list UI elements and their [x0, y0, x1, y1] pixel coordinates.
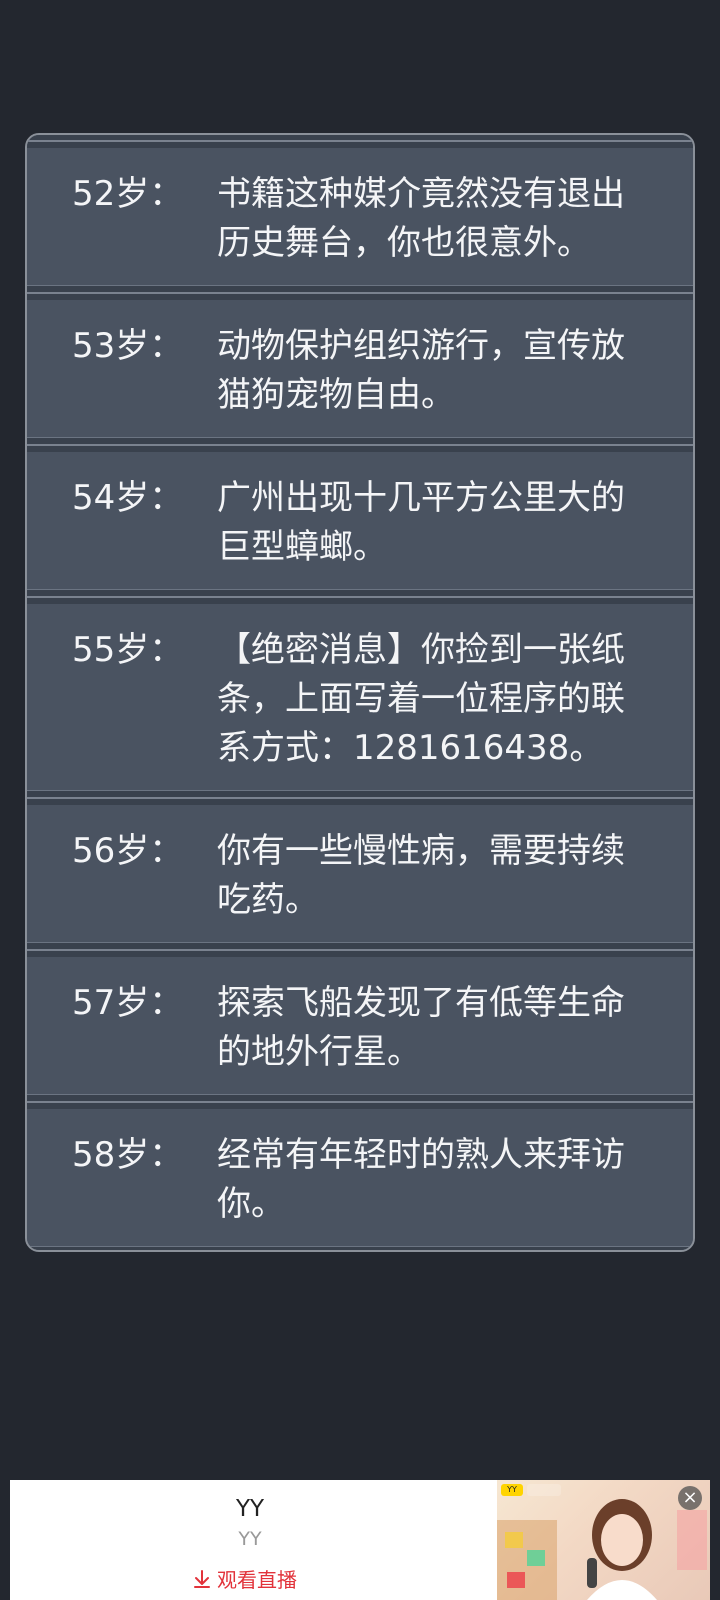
log-entry-text: 探索飞船发现了有低等生命的地外行星。: [217, 983, 625, 1072]
log-entry: 58岁： 经常有年轻时的熟人来拜访你。: [27, 1109, 693, 1250]
ad-live-tag: [527, 1484, 561, 1496]
log-entry: 气。: [27, 135, 693, 148]
yy-logo: YY: [501, 1484, 523, 1496]
watch-live-label: 观看直播: [217, 1568, 297, 1592]
log-entry-age: 52岁：: [72, 174, 184, 214]
log-entry: 54岁： 广州出现十几平方公里大的巨型蟑螂。: [27, 452, 693, 604]
log-entry: 52岁： 书籍这种媒介竟然没有退出历史舞台，你也很意外。: [27, 148, 693, 300]
watch-live-button[interactable]: 观看直播: [193, 1564, 297, 1593]
log-entry-text: 广州出现十几平方公里大的巨型蟑螂。: [217, 478, 625, 567]
log-entry-age: 58岁：: [72, 1135, 184, 1175]
log-entry: 53岁： 动物保护组织游行，宣传放猫狗宠物自由。: [27, 300, 693, 452]
log-entry-text: 【绝密消息】你捡到一张纸条，上面写着一位程序的联系方式：1281616438。: [217, 630, 625, 768]
log-entry-age: 55岁：: [72, 630, 184, 670]
log-entry-text: 动物保护组织游行，宣传放猫狗宠物自由。: [217, 326, 625, 415]
log-entry: 55岁： 【绝密消息】你捡到一张纸条，上面写着一位程序的联系方式：1281616…: [27, 604, 693, 805]
log-entry-age: 57岁：: [72, 983, 184, 1023]
life-log-list: 气。 52岁： 书籍这种媒介竟然没有退出历史舞台，你也很意外。 53岁： 动物保…: [27, 135, 693, 1250]
log-entry-age: 54岁：: [72, 478, 184, 518]
close-icon[interactable]: ×: [678, 1486, 702, 1510]
log-entry-text: 书籍这种媒介竟然没有退出历史舞台，你也很意外。: [217, 174, 625, 263]
log-entry-age: 53岁：: [72, 326, 184, 366]
ad-title[interactable]: YY: [10, 1496, 490, 1522]
log-entry-text: 经常有年轻时的熟人来拜访你。: [217, 1135, 625, 1224]
log-entry: 56岁： 你有一些慢性病，需要持续吃药。: [27, 805, 693, 957]
log-entry-text: 你有一些慢性病，需要持续吃药。: [217, 831, 625, 920]
life-log-panel[interactable]: 气。 52岁： 书籍这种媒介竟然没有退出历史舞台，你也很意外。 53岁： 动物保…: [25, 133, 695, 1252]
log-entry-age: 56岁：: [72, 831, 184, 871]
download-arrow-icon: [194, 1569, 210, 1588]
ad-subtitle: YY: [238, 1528, 262, 1550]
log-entry: 57岁： 探索飞船发现了有低等生命的地外行星。: [27, 957, 693, 1109]
ad-image[interactable]: YY ×: [497, 1480, 710, 1600]
ad-banner[interactable]: YY YY 观看直播 YY ×: [10, 1480, 710, 1600]
